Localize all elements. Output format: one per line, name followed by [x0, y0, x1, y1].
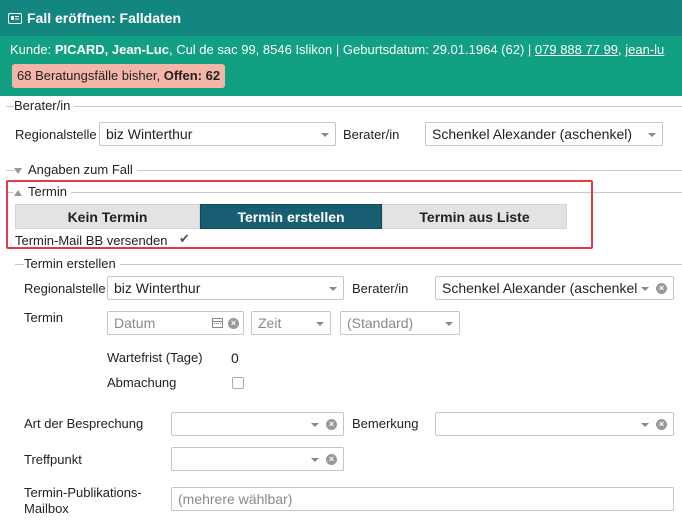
- te-berater-label: Berater/in: [352, 281, 409, 296]
- calendar-icon[interactable]: [212, 318, 223, 328]
- berater-select-value: Schenkel Alexander (aschenkel): [432, 126, 633, 142]
- berater-section-legend: Berater/in: [14, 98, 75, 113]
- clear-icon[interactable]: [656, 283, 667, 294]
- art-select[interactable]: [171, 412, 344, 436]
- berater-section: [6, 106, 682, 107]
- chevron-down-icon: [648, 133, 656, 137]
- treffpunkt-select[interactable]: [171, 447, 344, 471]
- region-select[interactable]: biz Winterthur: [99, 122, 336, 146]
- standard-placeholder: (Standard): [347, 315, 414, 331]
- chevron-down-icon: [329, 287, 337, 291]
- termin-mail-checkbox[interactable]: ✔: [179, 231, 190, 247]
- chevron-down-icon: [311, 423, 319, 427]
- client-summary: Kunde: PICARD, Jean-Luc, Cul de sac 99, …: [10, 42, 664, 57]
- bemerkung-label: Bemerkung: [352, 416, 419, 431]
- chevron-down-icon: [641, 287, 649, 291]
- clear-icon[interactable]: [326, 419, 337, 430]
- te-region-select-value: biz Winterthur: [114, 280, 201, 296]
- window-titlebar: Fall eröffnen: Falldaten: [0, 0, 682, 36]
- client-phone-link[interactable]: 079 888 77 99: [535, 42, 618, 57]
- termin-mail-label: Termin-Mail BB versenden: [15, 233, 168, 248]
- client-prefix: Kunde:: [10, 42, 55, 57]
- treffpunkt-label: Treffpunkt: [24, 452, 82, 467]
- time-placeholder: Zeit: [258, 315, 282, 331]
- client-address: , Cul de sac 99, 8546 Islikon | Geburtsd…: [168, 42, 535, 57]
- te-termin-label: Termin: [24, 310, 64, 325]
- termin-section-legend: Termin: [28, 184, 68, 199]
- clear-icon[interactable]: [326, 454, 337, 465]
- wartefrist-label: Wartefrist (Tage): [107, 350, 203, 365]
- berater-label: Berater/in: [343, 127, 400, 142]
- wartefrist-value: 0: [231, 350, 239, 366]
- mailbox-label-line2: Mailbox: [24, 501, 69, 516]
- te-region-select[interactable]: biz Winterthur: [107, 276, 344, 300]
- standard-select[interactable]: (Standard): [340, 311, 460, 335]
- caret-up-icon: [14, 189, 22, 196]
- bemerkung-select[interactable]: [435, 412, 674, 436]
- client-info-bar: Kunde: PICARD, Jean-Luc, Cul de sac 99, …: [0, 36, 682, 96]
- termin-mode-segmented: Kein Termin Termin erstellen Termin aus …: [15, 204, 567, 229]
- mailbox-label-line1: Termin-Publikations-: [24, 485, 142, 500]
- mailbox-multiselect[interactable]: (mehrere wählbar): [171, 487, 674, 511]
- cases-badge: 68 Beratungsfälle bisher, Offen: 62: [12, 64, 226, 88]
- caret-down-icon: [14, 167, 22, 174]
- client-name: PICARD, Jean-Luc: [54, 42, 169, 57]
- checkmark-icon: ✔: [179, 231, 190, 246]
- termin-erstellen-legend: Termin erstellen: [24, 256, 120, 271]
- termin-section: [6, 192, 682, 193]
- region-label: Regionalstelle: [15, 127, 97, 142]
- tab-kein-termin[interactable]: Kein Termin: [15, 204, 200, 229]
- te-berater-select-value: Schenkel Alexander (aschenkel: [442, 280, 638, 296]
- chevron-down-icon: [316, 322, 324, 326]
- window-title: Fall eröffnen: Falldaten: [27, 10, 182, 26]
- tab-termin-aus-liste[interactable]: Termin aus Liste: [382, 204, 567, 229]
- tab-termin-erstellen[interactable]: Termin erstellen: [200, 204, 382, 229]
- chevron-down-icon: [641, 423, 649, 427]
- art-label: Art der Besprechung: [24, 416, 144, 431]
- te-berater-select[interactable]: Schenkel Alexander (aschenkel: [435, 276, 674, 300]
- abmachung-checkbox[interactable]: [232, 377, 244, 389]
- clear-icon[interactable]: [656, 419, 667, 430]
- angaben-section-toggle[interactable]: Angaben zum Fall: [14, 162, 137, 177]
- berater-select[interactable]: Schenkel Alexander (aschenkel): [425, 122, 663, 146]
- id-card-icon: [8, 12, 22, 24]
- region-select-value: biz Winterthur: [106, 126, 193, 142]
- termin-section-toggle[interactable]: Termin: [14, 184, 72, 199]
- clear-icon[interactable]: [228, 318, 239, 329]
- abmachung-label: Abmachung: [107, 375, 177, 390]
- date-input[interactable]: Datum: [107, 311, 244, 335]
- cases-count: 68 Beratungsfälle bisher,: [17, 68, 164, 83]
- time-select[interactable]: Zeit: [251, 311, 331, 335]
- chevron-down-icon: [321, 133, 329, 137]
- te-region-label: Regionalstelle: [24, 281, 106, 296]
- client-email-link[interactable]: jean-lu: [625, 42, 664, 57]
- angaben-section-legend: Angaben zum Fall: [28, 162, 133, 177]
- chevron-down-icon: [445, 322, 453, 326]
- mailbox-placeholder: (mehrere wählbar): [178, 491, 293, 507]
- open-cases-count: Offen: 62: [163, 68, 221, 83]
- chevron-down-icon: [311, 458, 319, 462]
- date-placeholder: Datum: [114, 315, 156, 331]
